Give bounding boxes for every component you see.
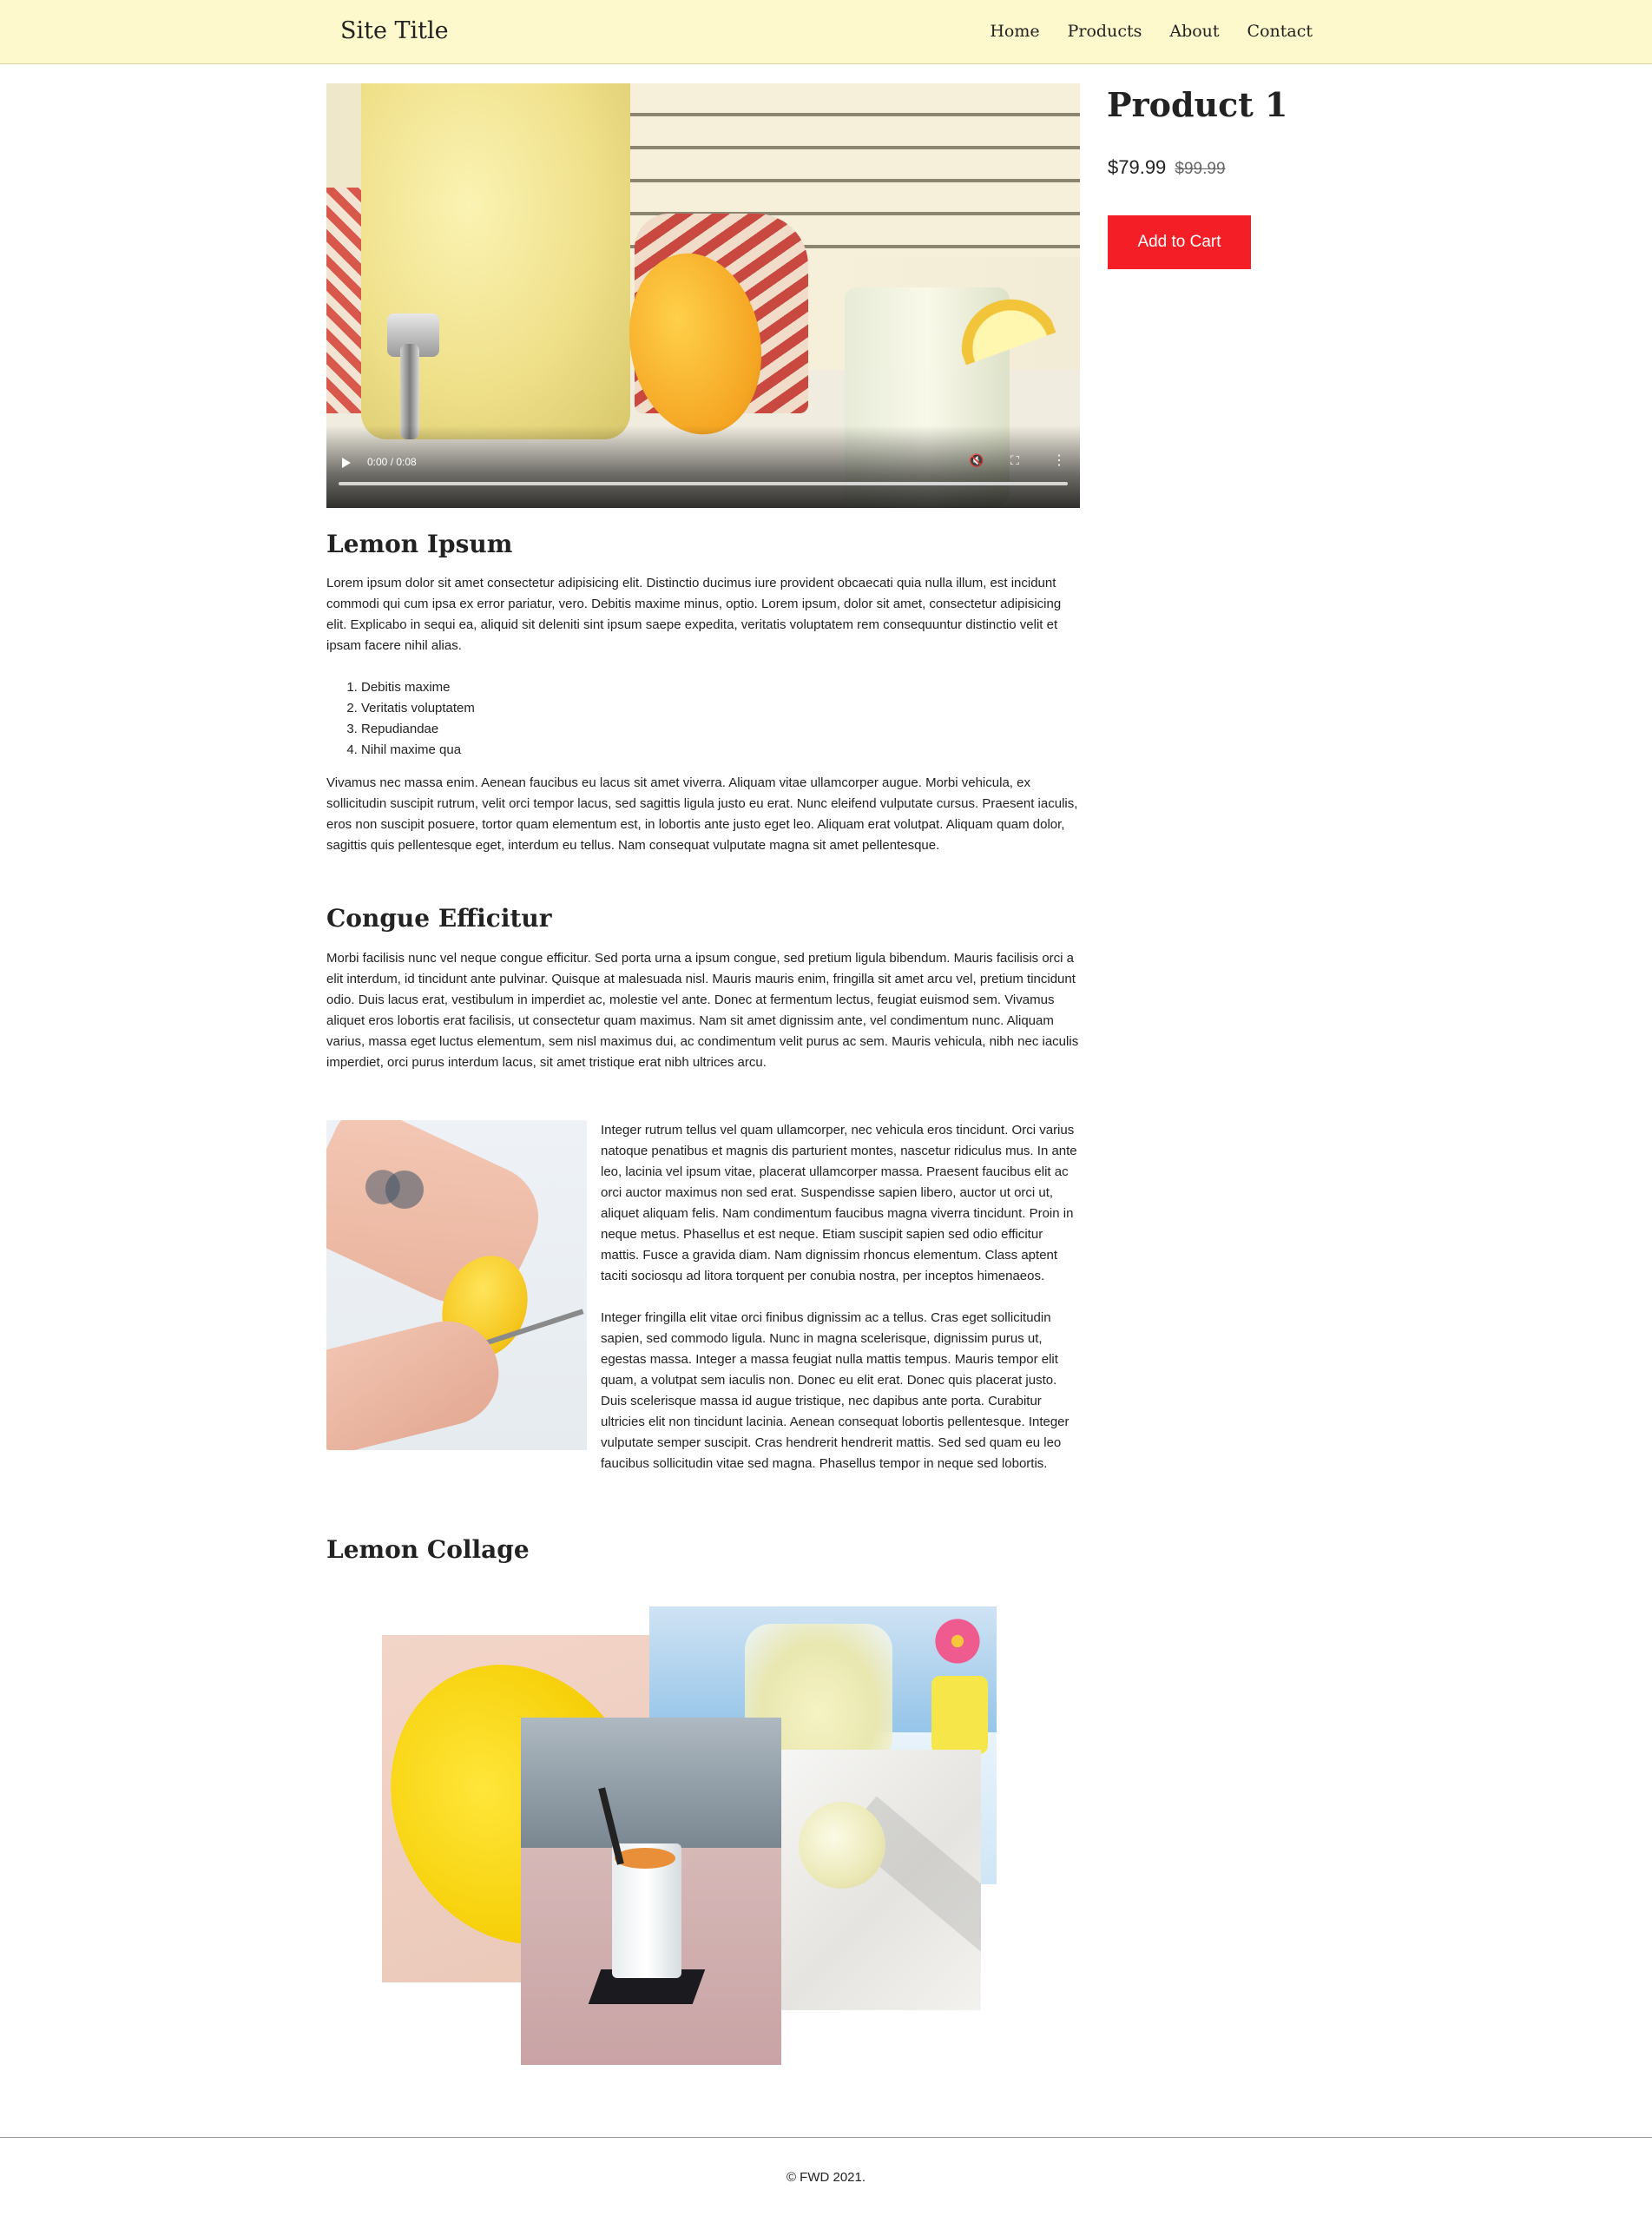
- video-time: 0:00 / 0:08: [367, 456, 417, 468]
- heading-congue-efficitur: Congue Efficitur: [326, 904, 552, 933]
- collage-flower-pot: [931, 1676, 988, 1754]
- site-header: Site Title Home Products About Contact: [0, 0, 1652, 64]
- more-options-icon[interactable]: ⋮: [1052, 452, 1066, 469]
- product-title: Product 1: [1107, 85, 1288, 124]
- list-item: Debitis maxime: [361, 677, 1115, 698]
- lemon-cutting-image: [326, 1120, 587, 1450]
- site-title-link[interactable]: Site Title: [340, 17, 449, 44]
- price-block: $79.99 $99.99: [1108, 156, 1226, 179]
- current-price: $79.99: [1108, 156, 1167, 178]
- nav-contact[interactable]: Contact: [1247, 22, 1313, 41]
- old-price: $99.99: [1175, 160, 1226, 178]
- paragraph-1: Lorem ipsum dolor sit amet consectetur a…: [326, 576, 1062, 653]
- list-item: Repudiandae: [361, 719, 1115, 740]
- heading-lemon-ipsum: Lemon Ipsum: [326, 530, 513, 558]
- collage-drink-image: [521, 1718, 781, 2065]
- site-footer: © FWD 2021.: [0, 2137, 1652, 2216]
- footer-copyright: © FWD 2021.: [786, 2170, 866, 2185]
- product-video[interactable]: 0:00 / 0:08 🔇 ⛶ ⋮: [326, 83, 1080, 508]
- lemon-collage: [326, 1606, 1080, 2067]
- list-item: Nihil maxime qua: [361, 740, 1115, 761]
- paragraph-3: Morbi facilisis nunc vel neque congue ef…: [326, 951, 1079, 1070]
- paragraph-2: Vivamus nec massa enim. Aenean faucibus …: [326, 775, 1078, 853]
- video-controls: 0:00 / 0:08 🔇 ⛶ ⋮: [326, 425, 1080, 508]
- float-image-block: Integer rutrum tellus vel quam ullamcorp…: [326, 1120, 1080, 1495]
- collage-wall: [521, 1718, 781, 1848]
- nav-products[interactable]: Products: [1068, 22, 1142, 41]
- play-icon[interactable]: [342, 458, 351, 468]
- collage-glass-image: [781, 1750, 981, 2010]
- fullscreen-icon[interactable]: ⛶: [1010, 453, 1019, 468]
- video-progress-bar[interactable]: [339, 482, 1068, 485]
- add-to-cart-button[interactable]: Add to Cart: [1108, 215, 1251, 269]
- collage-orange-slice: [615, 1848, 675, 1869]
- nav-home[interactable]: Home: [990, 22, 1039, 41]
- nav-about[interactable]: About: [1169, 22, 1219, 41]
- collage-glass-top: [799, 1802, 885, 1889]
- main-nav: Home Products About Contact: [990, 22, 1313, 41]
- ordered-list: Debitis maxime Veritatis voluptatem Repu…: [326, 677, 1115, 761]
- collage-flower: [927, 1615, 988, 1667]
- heading-lemon-collage: Lemon Collage: [326, 1535, 530, 1564]
- volume-icon[interactable]: 🔇: [969, 453, 984, 468]
- list-item: Veritatis voluptatem: [361, 698, 1115, 719]
